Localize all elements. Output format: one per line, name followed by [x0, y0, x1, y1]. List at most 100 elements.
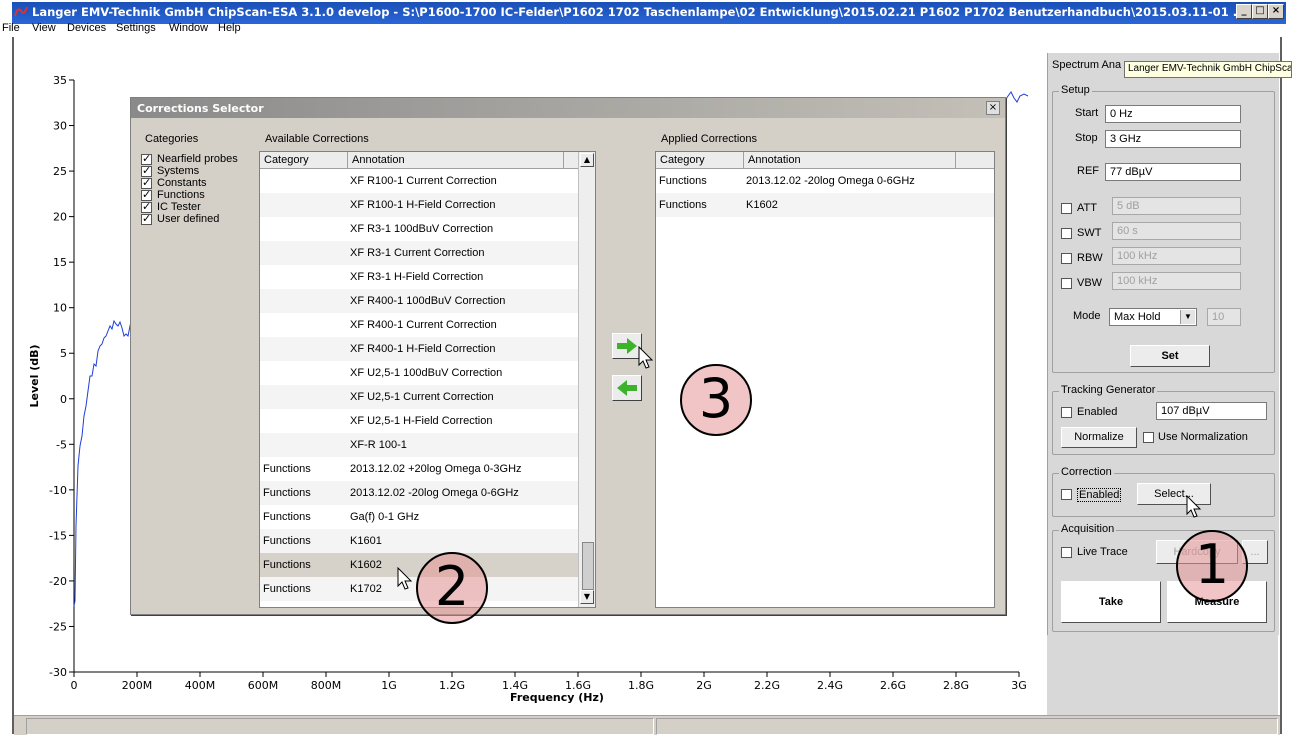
setup-group-label: Setup	[1059, 84, 1092, 96]
list-row[interactable]: Functions K1601	[260, 529, 580, 553]
live-trace-checkbox[interactable]	[1061, 547, 1072, 558]
list-row[interactable]: XF R400-1 H-Field Correction	[260, 337, 580, 361]
scrollbar-thumb[interactable]	[582, 542, 594, 590]
column-header-category[interactable]: Category	[656, 152, 744, 168]
list-row[interactable]: Functions 2013.12.02 +20log Omega 0-3GHz	[260, 457, 580, 481]
close-button[interactable]: ×	[1268, 4, 1284, 19]
row-annotation: K1602	[746, 199, 778, 211]
dialog-title-bar[interactable]: Corrections Selector ×	[131, 98, 1005, 118]
panel-title: Spectrum Ana	[1052, 59, 1122, 71]
mode-label: Mode	[1073, 310, 1101, 322]
list-row[interactable]: XF U2,5-1 100dBuV Correction	[260, 361, 580, 385]
list-row[interactable]: Functions 2013.12.02 -20log Omega 0-6GHz	[260, 481, 580, 505]
category-checkbox[interactable]	[141, 212, 152, 225]
tracking-enabled-checkbox[interactable]	[1061, 407, 1072, 418]
row-annotation: XF R3-1 Current Correction	[350, 247, 485, 259]
row-annotation: XF R400-1 H-Field Correction	[350, 343, 496, 355]
rbw-checkbox[interactable]	[1061, 253, 1072, 264]
row-annotation: XF R400-1 100dBuV Correction	[350, 295, 506, 307]
menu-bar: File View Devices Settings Window Help	[0, 20, 1293, 37]
x-tick-label: 2.2G	[754, 679, 780, 692]
row-annotation: XF U2,5-1 H-Field Correction	[350, 415, 493, 427]
swt-checkbox[interactable]	[1061, 228, 1072, 239]
tracking-group-label: Tracking Generator	[1059, 384, 1158, 396]
tooltip: Langer EMV-Technik GmbH ChipScan-ESA	[1124, 61, 1292, 78]
normalize-button[interactable]: Normalize	[1061, 427, 1137, 448]
row-annotation: K1702	[350, 583, 382, 595]
category-label: Constants	[157, 177, 207, 189]
maximize-button[interactable]: □	[1252, 4, 1268, 19]
remove-correction-button[interactable]	[612, 375, 642, 401]
start-input[interactable]: 0 Hz	[1105, 105, 1241, 123]
vbw-checkbox[interactable]	[1061, 278, 1072, 289]
column-header-annotation[interactable]: Annotation	[348, 152, 564, 168]
list-row[interactable]: XF R3-1 Current Correction	[260, 241, 580, 265]
available-scrollbar[interactable]: ▲ ▼	[578, 152, 595, 607]
list-row[interactable]: Functions Ga(f) 0-1 GHz	[260, 505, 580, 529]
trace-line-right	[1003, 91, 1029, 103]
available-corrections-list[interactable]: Category Annotation XF R100-1 Current Co…	[259, 151, 596, 608]
spectrum-analyzer-panel: Spectrum Ana Setup Start 0 Hz Stop 3 GHz…	[1047, 53, 1279, 635]
set-button[interactable]: Set	[1130, 345, 1210, 367]
status-cell-left	[26, 718, 654, 735]
list-row[interactable]: XF R400-1 100dBuV Correction	[260, 289, 580, 313]
swt-input[interactable]: 60 s	[1112, 222, 1241, 240]
correction-enabled-checkbox[interactable]	[1061, 489, 1072, 500]
row-annotation: XF U2,5-1 Current Correction	[350, 391, 494, 403]
menu-devices[interactable]: Devices	[67, 22, 106, 34]
menu-view[interactable]: View	[32, 22, 56, 34]
use-normalization-label: Use Normalization	[1158, 431, 1248, 443]
ref-input[interactable]: 77 dBµV	[1105, 163, 1241, 181]
list-row[interactable]: XF R3-1 H-Field Correction	[260, 265, 580, 289]
tracking-level-input[interactable]: 107 dBµV	[1156, 402, 1267, 420]
x-axis-label: Frequency (Hz)	[510, 691, 604, 704]
mode-count-input[interactable]: 10	[1207, 308, 1241, 326]
categories-label: Categories	[145, 133, 199, 145]
scroll-up-icon[interactable]: ▲	[580, 153, 594, 167]
column-header-annotation[interactable]: Annotation	[744, 152, 956, 168]
list-row[interactable]: Functions K1602	[656, 193, 994, 217]
minimize-button[interactable]: _	[1236, 4, 1252, 19]
chevron-down-icon[interactable]: ▼	[1180, 310, 1195, 324]
trace-line	[73, 315, 133, 607]
row-category: Functions	[263, 487, 311, 499]
app-icon	[14, 6, 28, 17]
y-tick-label: -15	[49, 529, 67, 542]
list-row[interactable]: XF U2,5-1 H-Field Correction	[260, 409, 580, 433]
menu-help[interactable]: Help	[218, 22, 241, 34]
list-row[interactable]: XF R400-1 Current Correction	[260, 313, 580, 337]
list-row[interactable]: XF R100-1 Current Correction	[260, 169, 580, 193]
live-trace-label: Live Trace	[1077, 546, 1128, 558]
category-label: Nearfield probes	[157, 153, 238, 165]
row-category: Functions	[263, 535, 311, 547]
available-corrections-label: Available Corrections	[265, 133, 369, 145]
dialog-close-button[interactable]: ×	[986, 101, 1000, 115]
mouse-cursor-icon	[1186, 495, 1202, 518]
column-header-category[interactable]: Category	[260, 152, 348, 168]
x-tick-label: 2.4G	[817, 679, 843, 692]
rbw-input[interactable]: 100 kHz	[1112, 247, 1241, 265]
list-row[interactable]: XF U2,5-1 Current Correction	[260, 385, 580, 409]
menu-settings[interactable]: Settings	[116, 22, 156, 34]
list-row[interactable]: XF R3-1 100dBuV Correction	[260, 217, 580, 241]
att-checkbox[interactable]	[1061, 203, 1072, 214]
vbw-label: VBW	[1077, 277, 1103, 289]
x-tick-label: 1.2G	[439, 679, 465, 692]
list-row[interactable]: Functions 2013.12.02 -20log Omega 0-6GHz	[656, 169, 994, 193]
menu-file[interactable]: File	[2, 22, 20, 34]
list-row[interactable]: XF-R 100-1	[260, 433, 580, 457]
list-row[interactable]: XF R100-1 H-Field Correction	[260, 193, 580, 217]
stop-input[interactable]: 3 GHz	[1105, 130, 1241, 148]
mode-select[interactable]: Max Hold ▼	[1109, 308, 1197, 326]
status-bar	[14, 715, 1280, 735]
take-button[interactable]: Take	[1061, 581, 1161, 623]
row-annotation: K1601	[350, 535, 382, 547]
scroll-down-icon[interactable]: ▼	[580, 590, 594, 604]
available-list-header: Category Annotation	[260, 152, 595, 169]
menu-window[interactable]: Window	[169, 22, 208, 34]
category-label: IC Tester	[157, 201, 201, 213]
att-input[interactable]: 5 dB	[1112, 197, 1241, 215]
vbw-input[interactable]: 100 kHz	[1112, 272, 1241, 290]
row-category: Functions	[263, 559, 311, 571]
use-normalization-checkbox[interactable]	[1143, 432, 1154, 443]
